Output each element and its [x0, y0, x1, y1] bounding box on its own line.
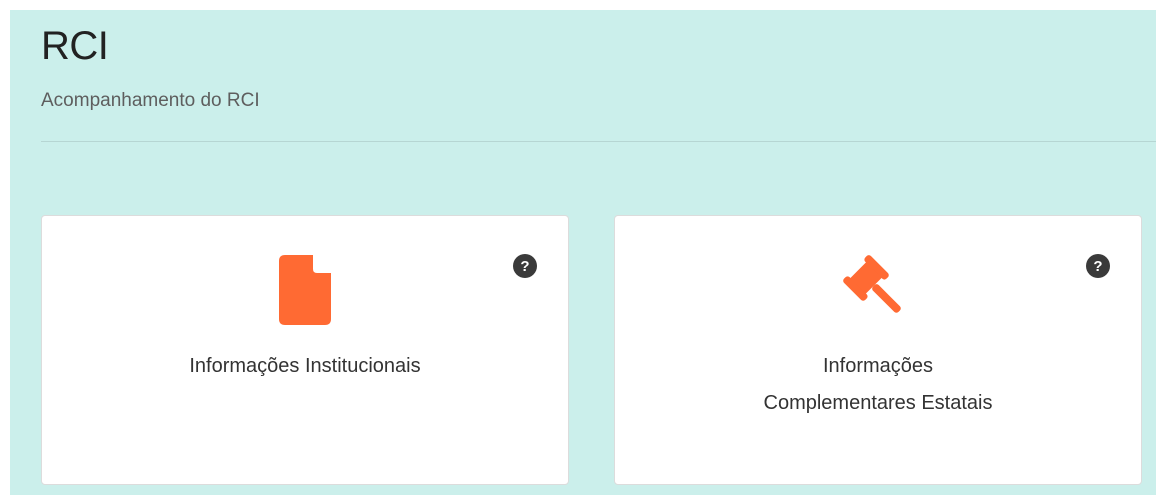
- page-subtitle: Acompanhamento do RCI: [41, 90, 260, 111]
- divider: [41, 141, 1156, 142]
- card-label: Informações Complementares Estatais: [615, 348, 1141, 422]
- card-informacoes-institucionais[interactable]: Informações Institucionais ?: [41, 215, 569, 485]
- card-label-line1: Informações: [822, 355, 934, 377]
- card-label-line2: Complementares Estatais: [763, 392, 993, 414]
- card-informacoes-complementares-estatais[interactable]: Informações Complementares Estatais ?: [614, 215, 1142, 485]
- card-label-line1: Informações Institucionais: [189, 355, 421, 377]
- card-label: Informações Institucionais: [42, 348, 568, 385]
- help-icon[interactable]: ?: [513, 254, 537, 278]
- page-title: RCI: [41, 24, 109, 68]
- main-panel: RCI Acompanhamento do RCI Informações In…: [10, 10, 1156, 495]
- gavel-icon: [842, 254, 914, 326]
- help-icon[interactable]: ?: [1086, 254, 1110, 278]
- document-icon: [269, 254, 341, 326]
